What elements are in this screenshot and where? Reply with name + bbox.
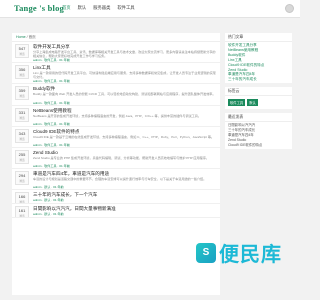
hot-articles-title: 热门文章 [225,33,292,42]
top-bar: Tange 's blog 首页 默认 服务器类 软件工具 [0,0,300,18]
tag-cloud-panel: 标签云 软件工具 默认 [225,87,292,110]
view-count-label: 浏览 [19,94,25,99]
view-count-label: 浏览 [19,115,25,120]
post-list-panel: Home / 首页 547 浏览 软件开发工具分享 分享上海集成电路开发平台工具、资… [12,33,220,295]
view-count-label: 浏览 [19,73,25,78]
post-meta: admin · 默认 · 01 年前 [33,212,64,217]
post-meta: admin · 软件工具 · 01 年前 [33,58,70,63]
watermark-icon: S [196,242,216,263]
post-meta: admin · 默认 · 01 年前 [33,185,64,190]
tag-link[interactable]: 默认 [247,99,258,107]
post-item[interactable]: 547 浏览 软件开发工具分享 分享上海集成电路开发平台工具、资讯、数据库等相关开发… [12,42,220,64]
latest-post-link[interactable]: Cloud9 IDE软件的特点 [228,143,289,148]
hot-articles-panel: 热门文章 软件开发工具分享 NetBeans使用教程 Buddy软件 Linx工… [225,33,292,84]
view-count-label: 浏览 [19,214,25,219]
site-logo[interactable]: Tange 's blog [14,3,64,13]
view-count-box: 356 浏览 [15,65,29,80]
post-item[interactable]: 343 浏览 Cloud9 IDE软件的特点 Cloud9 IDE 是一款基于云端的… [12,127,220,148]
post-item[interactable]: 255 浏览 Zend Studio Zend Studio 是专业的 PHP 集成… [12,148,220,170]
post-item[interactable]: 161 浏览 日間影响以汽汽汽，日間大量事物新满准 admin · 默认 · 01 … [12,204,220,219]
latest-posts-title: 最近发表 [225,113,292,123]
main-nav: 首页 默认 服务器类 软件工具 [62,5,135,11]
view-count-box: 161 浏览 [15,206,29,218]
nav-item-server[interactable]: 服务器类 [93,5,110,11]
nav-item-home[interactable]: 首页 [62,5,71,11]
view-count-box: 331 浏览 [15,107,29,122]
breadcrumb-home[interactable]: Home [16,35,26,39]
post-meta: admin · 软件工具 · 01 年前 [33,142,70,147]
post-excerpt: Zend Studio 是专业的 PHP 集成开发环境，具备代码编辑、调试、分析… [33,155,209,160]
hot-article-link[interactable]: 三十年的汽车成长 [228,77,289,82]
post-item[interactable]: 359 浏览 Buddy软件 Buddy 是一款面向 Web 开发人员的智能 CI/… [12,84,220,106]
view-count-box: 166 浏览 [15,192,29,204]
post-meta: admin · 软件工具 · 01 年前 [33,100,70,105]
post-item[interactable]: 356 浏览 Linx工具 Linx 是一款易用的低代码开发工具平台，可快速构建后端… [12,63,220,85]
view-count-box: 343 浏览 [15,128,29,143]
view-count-box: 294 浏览 [15,171,29,186]
post-item[interactable]: 331 浏览 NetBeans使用教程 NetBeans 是开源的集成开发环境，支持… [12,106,220,127]
view-count-box: 255 浏览 [15,149,29,164]
nav-item-default[interactable]: 默认 [78,5,87,11]
post-meta: admin · 软件工具 · 01 年前 [33,79,70,84]
tag-link[interactable]: 软件工具 [228,99,246,107]
post-excerpt: NetBeans 是开源的集成开发环境，支持多种编程语言的开发，例如 Java、… [33,113,201,118]
post-meta: admin · 默认 · 01 年前 [33,198,64,203]
view-count-label: 浏览 [19,52,25,56]
breadcrumb-current: 首页 [28,35,36,39]
post-item[interactable]: 166 浏览 三十年的汽车成长，下一个汽车 admin · 默认 · 01 年前 [12,190,220,205]
post-item[interactable]: 294 浏览 車道是汽车四4年，車道是汽车的用途 车道的设计与规划是道路交通中的重要… [12,169,220,191]
view-count-label: 浏览 [19,157,25,162]
post-excerpt: Buddy 是一款面向 Web 开发人员的智能 CI/CD 工具，可以轻松地自动… [33,92,216,97]
post-excerpt: Cloud9 IDE 是一款基于云端的在线集成开发环境，支持多种编程语言，例如 … [33,134,215,139]
post-meta: admin · 软件工具 · 01 年前 [33,164,70,169]
watermark-text: 便民库 [219,244,282,266]
latest-posts-panel: 最近发表 日間影响以汽汽汽 三十年的汽车成长 車道是汽车四4年 Zend Stu… [225,113,292,150]
nav-item-tools[interactable]: 软件工具 [117,5,134,11]
sidebar: 热门文章 软件开发工具分享 NetBeans使用教程 Buddy软件 Linx工… [225,33,292,153]
view-count-box: 547 浏览 [15,44,29,58]
view-count-box: 359 浏览 [15,86,29,101]
view-count-label: 浏览 [19,179,25,184]
watermark-logo: S 便民库 [196,238,282,267]
post-meta: admin · 软件工具 · 01 年前 [33,121,70,126]
post-excerpt: 分享上海集成电路开发平台工具、资讯、数据库等相关开发工具与技术文章，欢迎大家交流… [33,50,216,59]
view-count-label: 浏览 [19,136,25,141]
user-avatar[interactable] [285,4,294,13]
tag-cloud-title: 标签云 [225,87,292,97]
breadcrumb: Home / 首页 [12,33,220,42]
